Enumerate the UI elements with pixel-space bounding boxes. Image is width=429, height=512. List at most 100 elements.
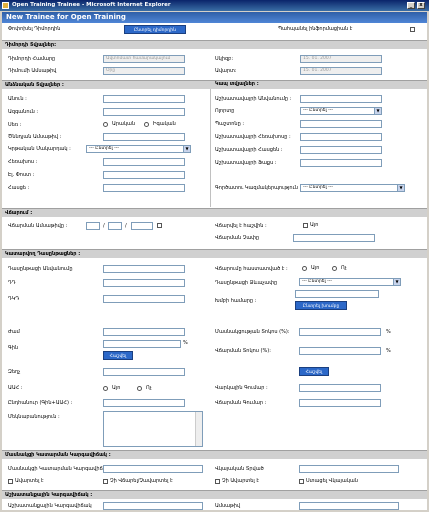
calculate-percent-button[interactable]: Հաշվել (299, 367, 329, 376)
certificate-label: Վկայական Տրված (215, 466, 264, 472)
application-date-field[interactable]: Օրը (103, 67, 185, 75)
address-label: Հասցե : (8, 185, 30, 191)
price-field[interactable] (103, 340, 181, 348)
hours-label: Ժամ (8, 329, 20, 335)
select-group-button[interactable]: Ընտրել խումբը (295, 301, 347, 310)
job-status-field[interactable] (103, 502, 203, 510)
paid-yes-label: Այո (310, 222, 319, 228)
gender-label: Սեռ : (8, 122, 22, 128)
applicant-code-label: Դիմորդի Համարը (8, 56, 56, 62)
percent-sign: % (386, 329, 391, 335)
ie-icon (2, 2, 9, 9)
last-name-field[interactable] (103, 108, 185, 116)
payment-day-field[interactable] (86, 222, 100, 230)
certificate-field[interactable] (299, 465, 399, 473)
save-info-checkbox[interactable] (410, 27, 415, 32)
section-courses: Կատարվող Դասընթացներ : (2, 249, 427, 258)
payment-date-label: Վճարման Ամսաթիվը : (8, 223, 68, 229)
chevron-down-icon: ▼ (397, 185, 404, 191)
phone-field[interactable] (103, 158, 185, 166)
course-name-field[interactable] (103, 265, 185, 273)
first-name-field[interactable] (103, 95, 185, 103)
approved-no-radio[interactable] (332, 266, 337, 271)
hours-field[interactable] (103, 328, 185, 336)
payment-percent-label: Վճարման Տոկոս (%): (215, 348, 271, 354)
discount-label: Զեղչ (8, 369, 21, 375)
gender-male-label: Արական (112, 121, 136, 127)
end-date-field[interactable]: 15. 01. 2007 (300, 67, 382, 75)
window-titlebar: Open Training Trainee - Microsoft Intern… (0, 0, 429, 11)
course-code-field[interactable] (103, 295, 185, 303)
position-field[interactable] (300, 120, 382, 128)
date-separator: / (103, 223, 105, 229)
received-certificate-label: Ստացել Վկայական (306, 478, 358, 484)
section-application: Դիմորդի Տվյալներ: (2, 40, 427, 49)
group-number-field[interactable] (295, 290, 379, 298)
course-mode-select[interactable]: --- Ընտրել --- ▼ (299, 278, 401, 286)
column-divider (210, 89, 211, 207)
vat-no-radio[interactable] (137, 386, 142, 391)
approved-yes-radio[interactable] (302, 266, 307, 271)
trainer-field[interactable] (103, 279, 185, 287)
section-job-status: Աշխատանքային Կարգավիճակ : (2, 490, 427, 499)
completed-label: Ավարտել է (15, 478, 44, 484)
payment-sum-label: Վճարման Չափը (215, 235, 260, 241)
org-field[interactable] (300, 95, 382, 103)
course-mode-label: Դասընթացի Ձևաչափը (215, 280, 278, 286)
payment-amount-field[interactable] (299, 399, 381, 407)
last-name-label: Ազգանուն : (8, 109, 39, 115)
payment-approved-label: Վճարումը հաստատված է : (215, 266, 288, 272)
work-phone-label: Աշխատավայրի Հեռախոսը : (215, 134, 291, 140)
participation-percent-field[interactable] (299, 328, 381, 336)
vat-yes-radio[interactable] (103, 386, 108, 391)
completed-checkbox[interactable] (8, 479, 13, 484)
select-applicant-button[interactable]: Ընտրել դիմորդին (124, 25, 186, 34)
vat-yes-label: Այո (112, 385, 121, 391)
calculate-button[interactable]: Հաշվել (103, 351, 133, 360)
received-certificate-checkbox[interactable] (299, 479, 304, 484)
payment-month-field[interactable] (108, 222, 122, 230)
page-title: New Trainee for Open Training (6, 13, 126, 21)
page-client: New Trainee for Open Training Փոփոխել Դի… (2, 12, 427, 510)
work-fax-field[interactable] (300, 159, 382, 167)
payment-year-field[interactable] (131, 222, 153, 230)
minimize-icon[interactable]: _ (407, 2, 415, 9)
total-field[interactable] (103, 399, 185, 407)
scrollbar[interactable] (195, 412, 202, 446)
job-date-field[interactable] (299, 502, 399, 510)
participant-status-field[interactable] (103, 465, 203, 473)
address-field[interactable] (103, 184, 185, 192)
percent-sign: % (386, 348, 391, 354)
education-select[interactable]: --- Ընտրել --- ▼ (86, 145, 191, 153)
course-code-label: ԴԿԴ (8, 296, 20, 302)
comment-textarea[interactable] (103, 411, 203, 447)
edit-applicant-label: Փոփոխել Դիմորդին (8, 26, 61, 32)
position-label: Պաշտոնը : (215, 121, 245, 127)
course-name-label: Դասընթացի Անվանումը (8, 266, 73, 272)
total-label: Ընդհանուր (Գին+ԱԱՀ) : (8, 400, 73, 406)
credit-sum-field[interactable] (299, 384, 381, 392)
work-phone-field[interactable] (300, 133, 382, 141)
birth-date-field[interactable] (103, 133, 185, 141)
paid-checkbox[interactable] (303, 223, 308, 228)
section-participant-status: Մասնակցի Կատարման Կարգավիճակ : (2, 450, 427, 459)
discount-field[interactable] (103, 368, 185, 376)
applicant-code-field[interactable]: Ավտոմատ համարակալում (103, 55, 185, 63)
gender-female-radio[interactable] (144, 122, 149, 127)
payment-sum-field[interactable] (293, 234, 375, 242)
section-payment: Վճարում : (2, 208, 427, 217)
email-field[interactable] (103, 171, 185, 179)
phone-label: Հեռախոս : (8, 159, 38, 165)
not-completed-checkbox[interactable] (215, 479, 220, 484)
work-address-field[interactable] (300, 146, 382, 154)
chevron-down-icon: ▼ (374, 108, 381, 114)
start-date-field[interactable]: 15. 01. 2007 (300, 55, 382, 63)
field-select[interactable]: --- Ընտրել --- ▼ (300, 107, 382, 115)
not-paid-checkbox[interactable] (103, 479, 108, 484)
payment-percent-field[interactable] (299, 347, 381, 355)
close-icon[interactable]: x (417, 2, 425, 9)
employer-select[interactable]: --- Ընտրել --- ▼ (300, 184, 405, 192)
calendar-icon[interactable] (157, 223, 162, 228)
field-label: Ոլորտը (215, 108, 235, 114)
gender-male-radio[interactable] (103, 122, 108, 127)
